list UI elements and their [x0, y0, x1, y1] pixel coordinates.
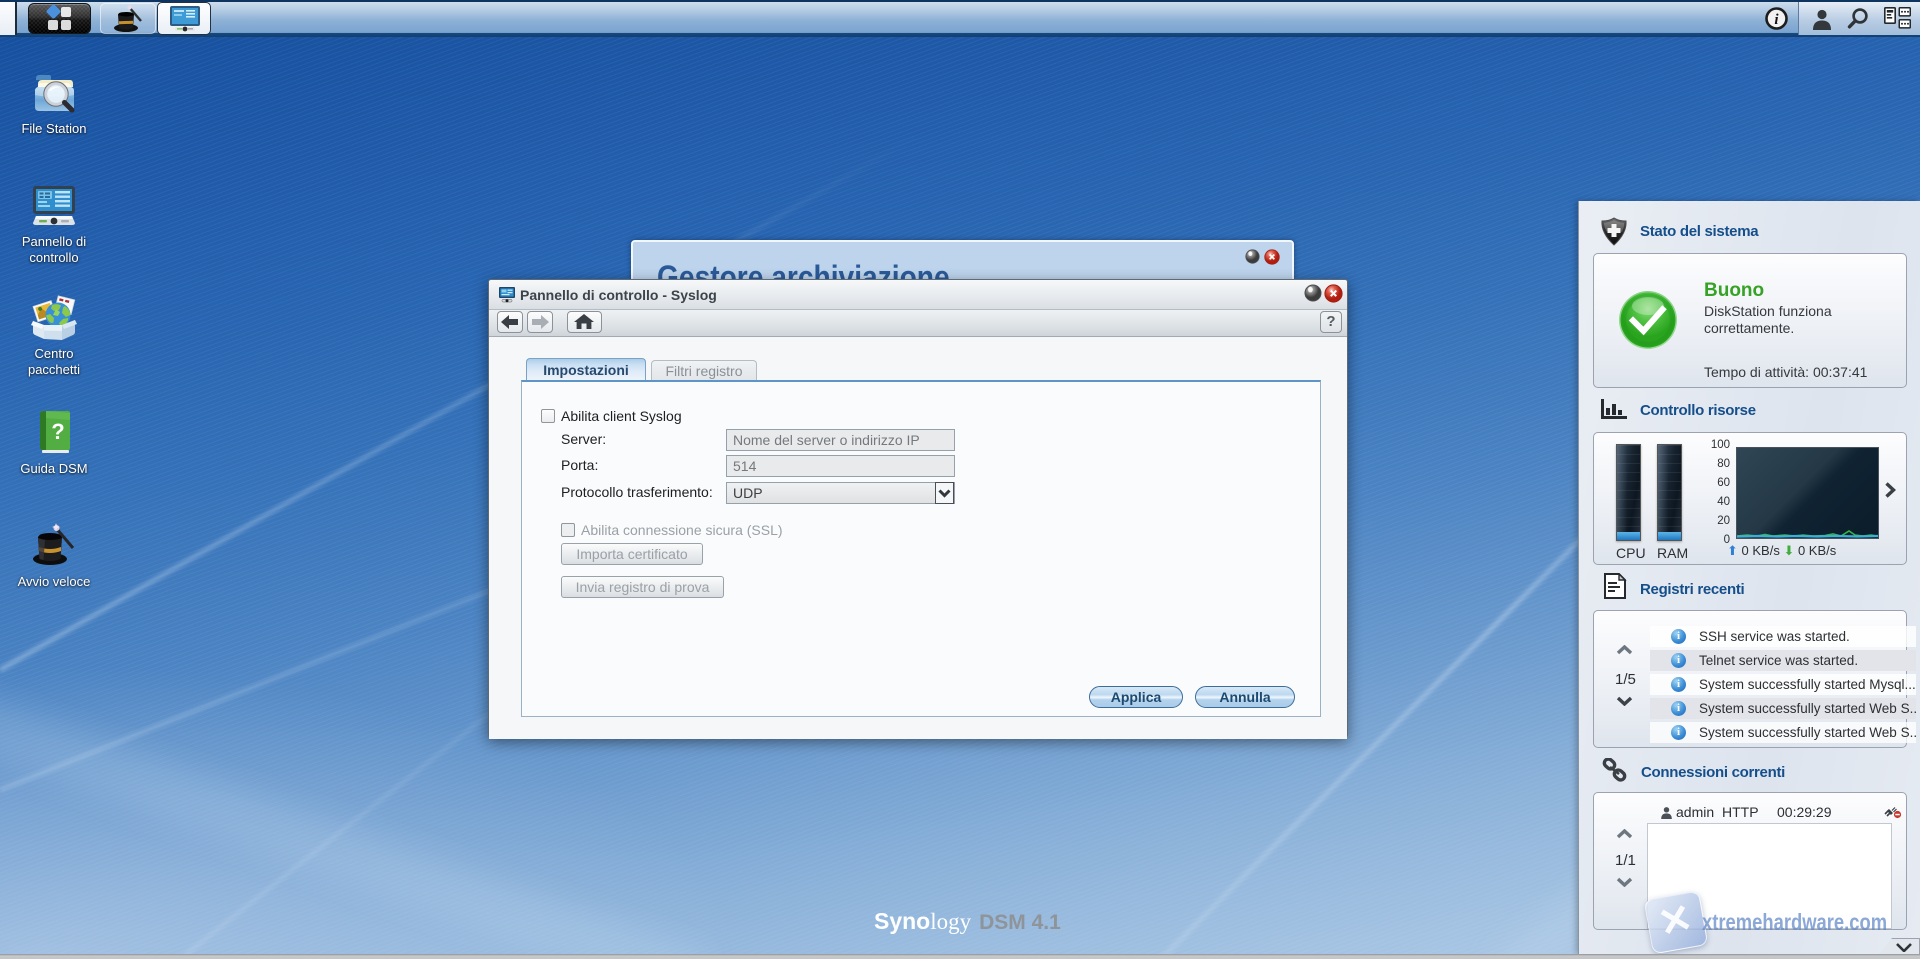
svg-text:?: ?: [51, 419, 64, 444]
